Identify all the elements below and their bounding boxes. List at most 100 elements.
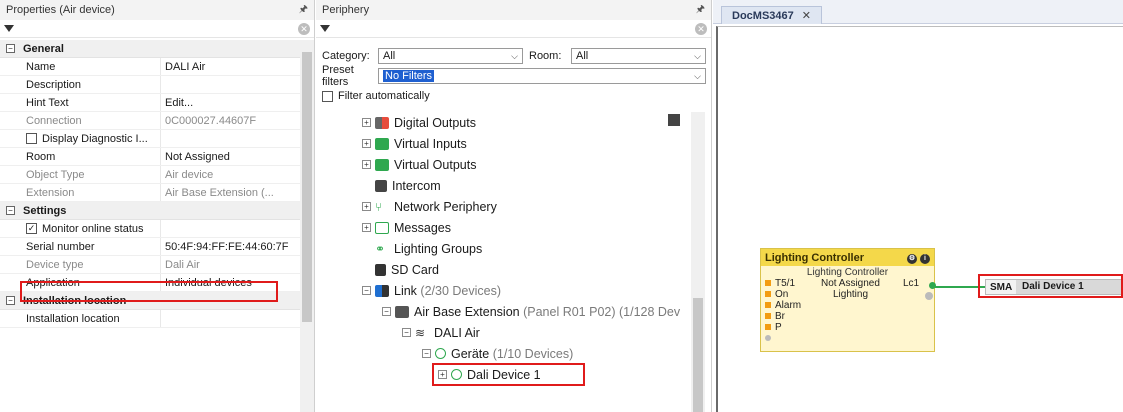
prop-row-device-type: Device type Dali Air bbox=[0, 256, 300, 274]
program-canvas[interactable] bbox=[716, 26, 1123, 412]
preset-filters-select[interactable]: No Filters ⌵ bbox=[378, 68, 706, 84]
prop-row-monitor-online[interactable]: ✓ Monitor online status bbox=[0, 220, 300, 238]
filter-icon[interactable] bbox=[320, 25, 330, 32]
collapse-icon[interactable]: − bbox=[362, 286, 371, 295]
tree-item-dali-device-1[interactable]: + Dali Device 1 bbox=[438, 364, 541, 385]
diagnostic-checkbox[interactable] bbox=[26, 133, 37, 145]
collapse-icon[interactable]: − bbox=[382, 307, 391, 316]
expand-icon[interactable]: + bbox=[438, 370, 447, 379]
virtual-input-icon bbox=[375, 137, 389, 150]
filter-icon[interactable] bbox=[4, 25, 14, 32]
expand-icon[interactable]: + bbox=[362, 118, 371, 127]
prop-row-hint-text[interactable]: Hint Text Edit... bbox=[0, 94, 300, 112]
lc-category-label: Lighting bbox=[833, 289, 869, 300]
category-select[interactable]: All ⌵ bbox=[378, 48, 523, 64]
close-icon[interactable]: ✕ bbox=[802, 9, 811, 22]
bulb-icon bbox=[451, 369, 462, 380]
prop-row-room[interactable]: Room Not Assigned bbox=[0, 148, 300, 166]
lighting-controller-title: Lighting Controller ⚙ i bbox=[761, 249, 934, 266]
prop-row-display-diagnostic[interactable]: Display Diagnostic I... bbox=[0, 130, 300, 148]
lighting-controller-block[interactable]: Lighting Controller ⚙ i Lighting Controll… bbox=[760, 248, 936, 352]
chevron-down-icon: ⌵ bbox=[694, 50, 701, 61]
monitor-checkbox[interactable]: ✓ bbox=[26, 223, 37, 235]
category-installation[interactable]: − Installation location bbox=[0, 292, 300, 310]
connection-line[interactable] bbox=[935, 286, 985, 288]
tree-item-sd-card[interactable]: SD Card bbox=[375, 259, 439, 280]
filter-auto-row[interactable]: Filter automatically bbox=[316, 86, 711, 106]
expand-icon[interactable]: + bbox=[362, 202, 371, 211]
prop-row-connection: Connection 0C000027.44607F bbox=[0, 112, 300, 130]
wifi-icon: ≋ bbox=[415, 325, 426, 340]
add-output-icon[interactable] bbox=[925, 292, 933, 300]
filter-auto-checkbox[interactable] bbox=[322, 90, 333, 102]
add-input-icon[interactable] bbox=[765, 333, 775, 344]
air-base-icon bbox=[395, 305, 409, 318]
lighting-group-icon: ⚭ bbox=[375, 241, 386, 256]
collapse-icon[interactable]: − bbox=[402, 328, 411, 337]
intercom-icon bbox=[375, 179, 387, 192]
virtual-output-icon bbox=[375, 158, 389, 171]
prop-row-serial[interactable]: Serial number 50:4F:94:FF:FE:44:60:7F bbox=[0, 238, 300, 256]
tree-item-network-periphery[interactable]: + ⑂ Network Periphery bbox=[362, 196, 497, 217]
digital-output-icon bbox=[375, 116, 389, 129]
info-icon[interactable]: i bbox=[920, 254, 930, 264]
properties-header: Properties (Air device) 🖈 bbox=[0, 0, 314, 20]
document-tab[interactable]: DocMS3467 ✕ bbox=[721, 6, 822, 24]
chevron-down-icon: ⌵ bbox=[511, 50, 518, 61]
category-general[interactable]: − General bbox=[0, 40, 300, 58]
input-t5-1[interactable]: T5/1 bbox=[765, 278, 795, 289]
document-tabbar: DocMS3467 ✕ bbox=[713, 0, 1123, 24]
pin-icon[interactable]: 🖈 bbox=[299, 2, 308, 19]
tree-item-link[interactable]: − Link (2/30 Devices) bbox=[362, 280, 501, 301]
prop-row-object-type: Object Type Air device bbox=[0, 166, 300, 184]
category-settings[interactable]: − Settings bbox=[0, 202, 300, 220]
clear-filter-icon[interactable]: ✕ bbox=[695, 22, 707, 35]
collapse-icon[interactable]: − bbox=[6, 296, 15, 305]
prop-row-application[interactable]: Application Individual devices bbox=[0, 274, 300, 292]
periphery-title: Periphery bbox=[322, 4, 370, 16]
output-lc1[interactable]: Lc1 bbox=[903, 278, 919, 289]
clear-filter-icon[interactable]: ✕ bbox=[298, 22, 310, 35]
collapse-icon[interactable]: − bbox=[6, 206, 15, 215]
sd-card-icon bbox=[375, 263, 386, 276]
collapse-icon[interactable]: − bbox=[422, 349, 431, 358]
messages-icon bbox=[375, 221, 389, 234]
properties-panel: Properties (Air device) 🖈 ✕ − General Nam… bbox=[0, 0, 315, 412]
prop-row-name[interactable]: Name DALI Air bbox=[0, 58, 300, 76]
expand-icon[interactable]: + bbox=[362, 223, 371, 232]
tree-item-virtual-inputs[interactable]: + Virtual Inputs bbox=[362, 133, 467, 154]
expand-icon[interactable]: + bbox=[362, 139, 371, 148]
expand-icon[interactable]: + bbox=[362, 160, 371, 169]
periphery-scroll-thumb[interactable] bbox=[693, 298, 703, 412]
network-icon: ⑂ bbox=[375, 199, 383, 214]
prop-row-extension: Extension Air Base Extension (... bbox=[0, 184, 300, 202]
room-select[interactable]: All ⌵ bbox=[571, 48, 706, 64]
prop-row-installation-location[interactable]: Installation location bbox=[0, 310, 300, 328]
lc-room-label: Not Assigned bbox=[821, 278, 880, 289]
collapse-icon[interactable]: − bbox=[6, 44, 15, 53]
properties-filter-row[interactable]: ✕ bbox=[0, 20, 314, 38]
tree-item-geraete[interactable]: − Geräte (1/10 Devices) bbox=[422, 343, 573, 364]
collapse-all-icon[interactable] bbox=[668, 114, 680, 126]
properties-scrollbar[interactable] bbox=[300, 40, 314, 412]
settings-icon[interactable]: ⚙ bbox=[907, 254, 917, 264]
prop-row-description[interactable]: Description bbox=[0, 76, 300, 94]
periphery-filter-row[interactable]: ✕ bbox=[316, 20, 711, 38]
input-p[interactable]: P bbox=[765, 322, 782, 333]
input-on[interactable]: On bbox=[765, 289, 788, 300]
properties-scroll-thumb[interactable] bbox=[302, 52, 312, 322]
tree-item-virtual-outputs[interactable]: + Virtual Outputs bbox=[362, 154, 476, 175]
preset-filters-row: Preset filters No Filters ⌵ bbox=[316, 64, 711, 88]
input-br[interactable]: Br bbox=[765, 311, 785, 322]
tree-item-digital-outputs[interactable]: + Digital Outputs bbox=[362, 112, 476, 133]
tree-item-messages[interactable]: + Messages bbox=[362, 217, 451, 238]
sma-output-block[interactable]: SMA Dali Device 1 bbox=[985, 279, 1123, 295]
tree-item-dali-air[interactable]: − ≋ DALI Air bbox=[402, 322, 480, 343]
tree-item-intercom[interactable]: Intercom bbox=[375, 175, 441, 196]
tree-item-lighting-groups[interactable]: ⚭ Lighting Groups bbox=[375, 238, 482, 259]
periphery-scrollbar[interactable] bbox=[691, 112, 705, 412]
periphery-panel: Periphery 🖈 ✕ Category: All ⌵ Room: All ⌵ … bbox=[316, 0, 712, 412]
input-alarm[interactable]: Alarm bbox=[765, 300, 801, 311]
pin-icon[interactable]: 🖈 bbox=[696, 2, 705, 19]
tree-item-air-base-extension[interactable]: − Air Base Extension (Panel R01 P02) (1/… bbox=[382, 301, 680, 322]
